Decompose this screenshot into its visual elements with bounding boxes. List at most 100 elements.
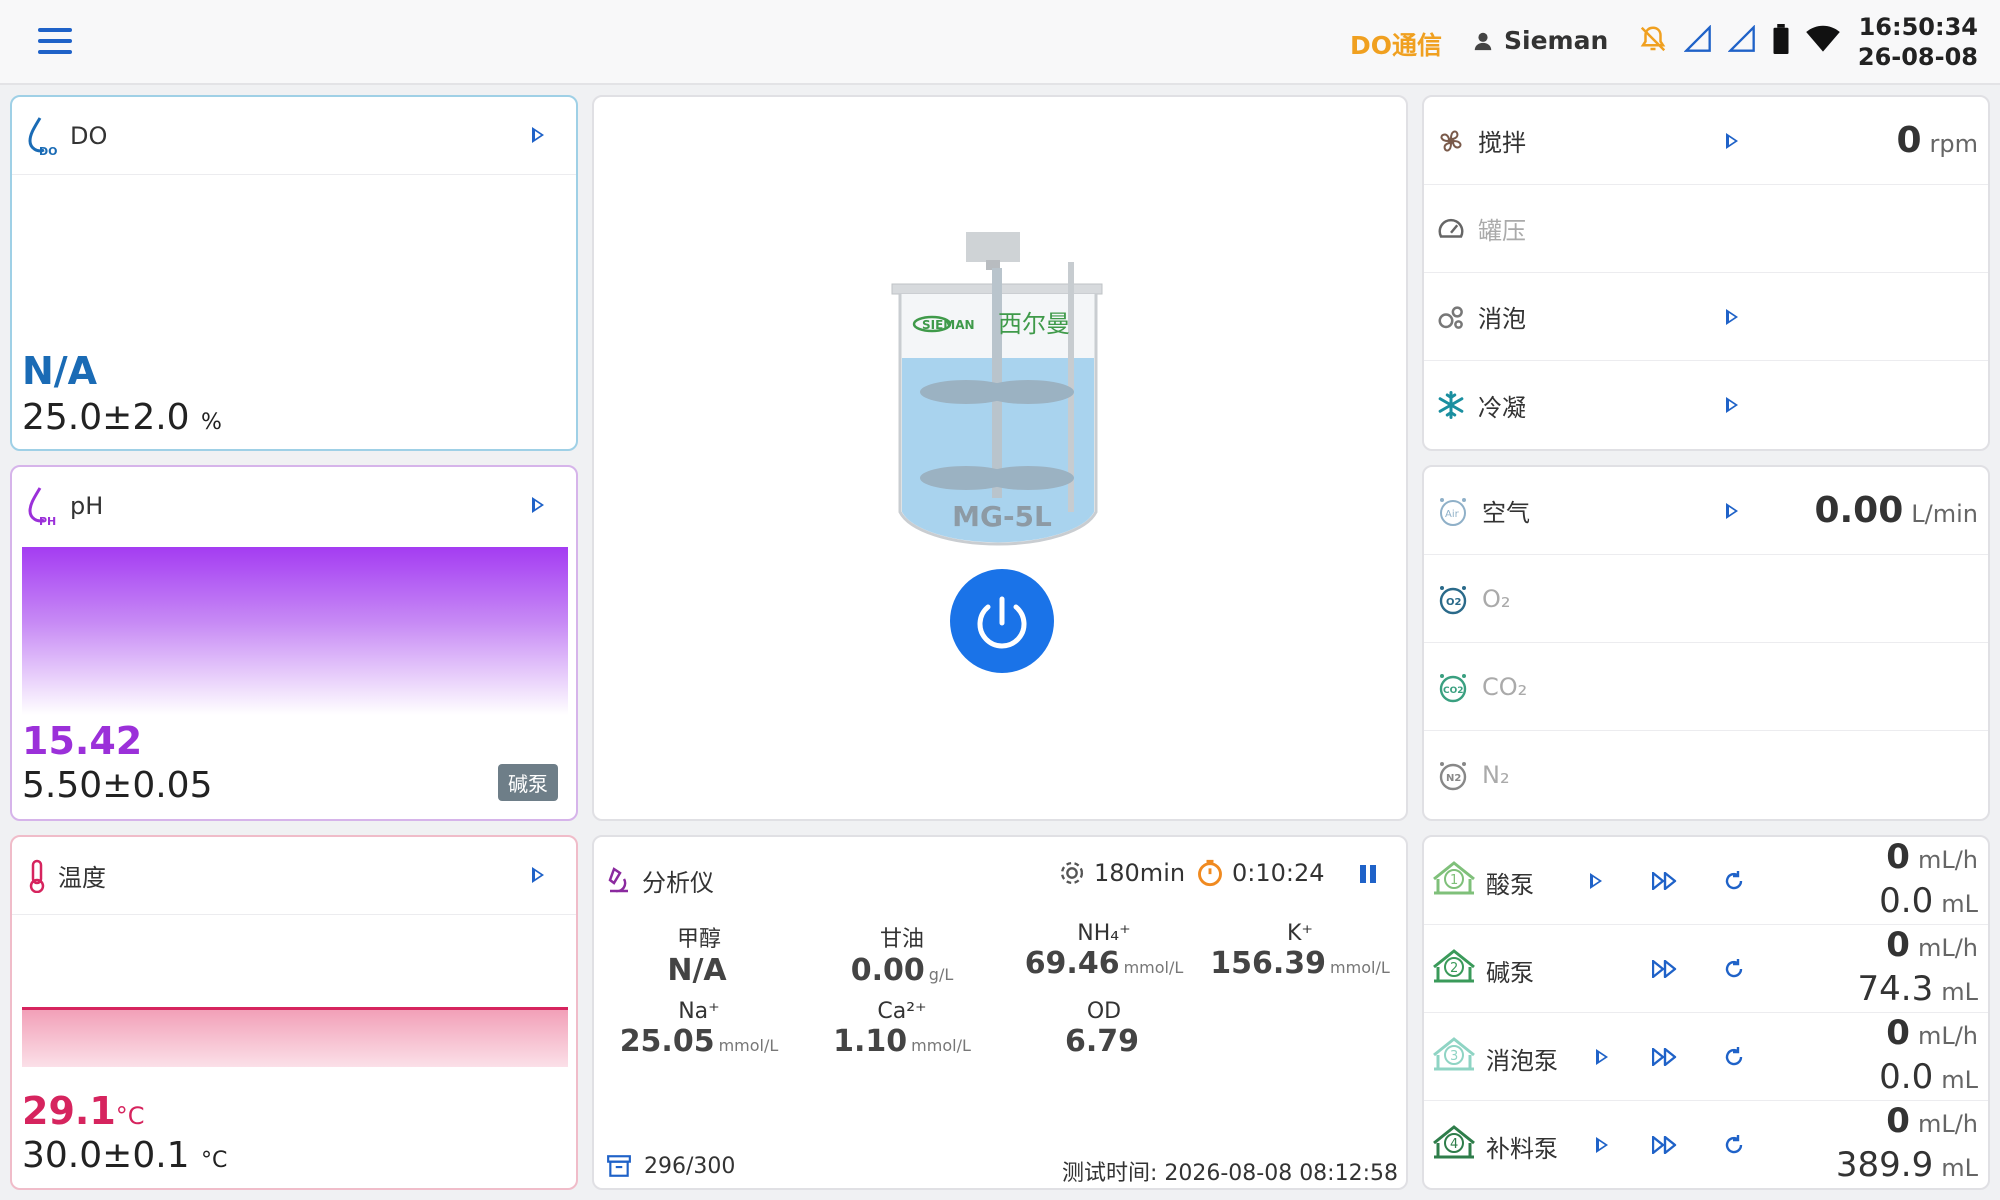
analyzer-item-value: 1.10 <box>833 1024 908 1059</box>
antifoam-play-button[interactable] <box>1726 309 1738 325</box>
antifoam-pump-total-unit: mL <box>1941 1066 1978 1094</box>
pump-icon: 3 <box>1433 1037 1475 1071</box>
temperature-card-title: 温度 <box>58 864 106 892</box>
antifoam-pump-row[interactable]: 3 消泡泵 0 mL/h 0.0 mL <box>1424 1013 1988 1101</box>
battery-icon <box>1773 24 1789 54</box>
antifoam-pump-number: 3 <box>1450 1049 1458 1064</box>
do-play-button[interactable] <box>532 127 544 143</box>
power-button[interactable] <box>950 569 1054 673</box>
analyzer-interval-value: 180min <box>1094 859 1186 887</box>
ph-card-header: PH pH <box>12 467 576 545</box>
ph-card[interactable]: PH pH 15.42 5.50±0.05 碱泵 <box>10 465 578 821</box>
reset-icon[interactable] <box>1722 1045 1746 1069</box>
analyzer-card: 分析仪 180min 0:10:24 甲醇 N/A 甘油 0.00 g/L NH₄… <box>592 835 1408 1190</box>
snowflake-icon <box>1438 391 1464 419</box>
analyzer-pause-button[interactable] <box>1358 865 1380 885</box>
drop-icon: PH <box>28 487 56 526</box>
base-pump-number: 2 <box>1450 961 1458 976</box>
signal-icon <box>1684 25 1711 52</box>
feed-pump-row[interactable]: 4 补料泵 0 mL/h 389.9 mL <box>1424 1101 1988 1188</box>
temperature-card[interactable]: 温度 29.1°C 30.0±0.1 °C <box>10 835 578 1190</box>
ph-play-button[interactable] <box>532 497 544 513</box>
analyzer-item-unit: mmol/L <box>911 1036 971 1055</box>
analyzer-item: NH₄⁺ 69.46 mmol/L <box>1004 921 1204 981</box>
o2-icon-text: O2 <box>1446 597 1462 608</box>
air-row[interactable]: Air 空气 0.00 L/min <box>1424 467 1988 555</box>
stirring-value-number: 0 <box>1896 120 1922 161</box>
user-icon <box>1474 32 1492 50</box>
base-pump-row[interactable]: 2 碱泵 0 mL/h 74.3 mL <box>1424 925 1988 1013</box>
temperature-play-button[interactable] <box>532 867 544 883</box>
antifoam-pump-rate: 0 mL/h <box>1886 1013 1978 1053</box>
o2-label: O₂ <box>1482 584 1511 613</box>
stirring-row[interactable]: 搅拌 0 rpm <box>1424 97 1988 185</box>
temperature-setpoint-unit: °C <box>201 1148 228 1173</box>
menu-icon[interactable] <box>38 28 72 56</box>
bioreactor-illustration: SIEMAN 西尔曼 MG-5L <box>891 232 1103 546</box>
fast-forward-icon[interactable] <box>1652 872 1678 890</box>
condenser-row[interactable]: 冷凝 <box>1424 361 1988 449</box>
acid-pump-total-value: 0.0 <box>1879 881 1934 921</box>
stirring-value-unit: rpm <box>1929 130 1978 158</box>
wifi-icon <box>1806 25 1840 52</box>
temperature-setpoint: 30.0±0.1 °C <box>22 1135 227 1176</box>
analyzer-item-name: Na⁺ <box>678 999 720 1024</box>
antifoam-pump-rate-value: 0 <box>1886 1013 1910 1053</box>
temperature-value-number: 29.1 <box>22 1089 116 1133</box>
feed-pump-total-value: 389.9 <box>1835 1145 1934 1185</box>
analyzer-interval[interactable]: 180min <box>1058 859 1185 887</box>
acid-pump-row[interactable]: 1 酸泵 0 mL/h 0.0 mL <box>1424 837 1988 925</box>
pause-icon <box>1370 865 1376 883</box>
feed-pump-play-button[interactable] <box>1596 1137 1608 1153</box>
co2-icon-text: CO2 <box>1443 686 1464 696</box>
temperature-value-unit: °C <box>115 1102 145 1130</box>
fast-forward-icon[interactable] <box>1652 960 1678 978</box>
do-setpoint: 25.0±2.0 % <box>22 397 222 438</box>
drop-icon: DO <box>28 116 57 156</box>
condenser-play-button[interactable] <box>1726 397 1738 413</box>
do-comm-status[interactable]: DO通信 <box>1350 26 1442 62</box>
antifoam-pump-total: 0.0 mL <box>1879 1057 1978 1097</box>
analyzer-item-value: N/A <box>667 953 727 988</box>
acid-pump-total: 0.0 mL <box>1879 881 1978 921</box>
acid-pump-rate-value: 0 <box>1886 837 1910 877</box>
acid-pump-total-unit: mL <box>1941 890 1978 918</box>
base-pump-rate-unit: mL/h <box>1917 934 1978 962</box>
base-pump-label: 碱泵 <box>1486 959 1534 987</box>
bubbles-icon <box>1438 305 1463 329</box>
fast-forward-icon[interactable] <box>1652 1136 1678 1154</box>
ph-pump-badge: 碱泵 <box>498 764 558 801</box>
reset-icon[interactable] <box>1722 869 1746 893</box>
fast-forward-icon[interactable] <box>1652 1048 1678 1066</box>
air-icon-text: Air <box>1445 509 1460 520</box>
temperature-card-header: 温度 <box>12 837 576 915</box>
analyzer-item-name: K⁺ <box>1286 921 1314 946</box>
antifoam-row[interactable]: 消泡 <box>1424 273 1988 361</box>
feed-pump-total: 389.9 mL <box>1836 1145 1978 1185</box>
antifoam-pump-play-button[interactable] <box>1596 1049 1608 1065</box>
stopwatch-icon <box>1198 859 1222 887</box>
analyzer-item-name: OD <box>1086 999 1122 1024</box>
reset-icon[interactable] <box>1722 1133 1746 1157</box>
o2-row[interactable]: O2 O₂ <box>1424 555 1988 643</box>
analyzer-item-value: 0.00 <box>850 953 925 988</box>
co2-icon: CO2 <box>1439 673 1467 702</box>
base-pump-total-unit: mL <box>1941 978 1978 1006</box>
co2-row[interactable]: CO2 CO₂ <box>1424 643 1988 731</box>
analyzer-item: OD 6.79 <box>1004 999 1204 1059</box>
user-display[interactable]: Sieman <box>1472 26 1608 55</box>
reset-icon[interactable] <box>1722 957 1746 981</box>
air-play-button[interactable] <box>1726 503 1738 519</box>
do-card[interactable]: DO DO N/A 25.0±2.0 % <box>10 95 578 451</box>
acid-pump-label: 酸泵 <box>1486 871 1534 899</box>
stirring-play-button[interactable] <box>1726 133 1738 149</box>
pumps-card: 1 酸泵 0 mL/h 0.0 mL 2 碱泵 0 mL/h 74.3 mL 3 消泡泵… <box>1422 835 1990 1190</box>
analyzer-item-value: 156.39 <box>1210 946 1327 981</box>
antifoam-pump-total-value: 0.0 <box>1879 1057 1934 1097</box>
fan-icon <box>1440 129 1462 152</box>
pump-icon: 4 <box>1433 1125 1475 1159</box>
archive-icon <box>607 1155 631 1177</box>
n2-row[interactable]: N2 N₂ <box>1424 731 1988 819</box>
acid-pump-play-button[interactable] <box>1590 873 1602 889</box>
pressure-row[interactable]: 罐压 <box>1424 185 1988 273</box>
